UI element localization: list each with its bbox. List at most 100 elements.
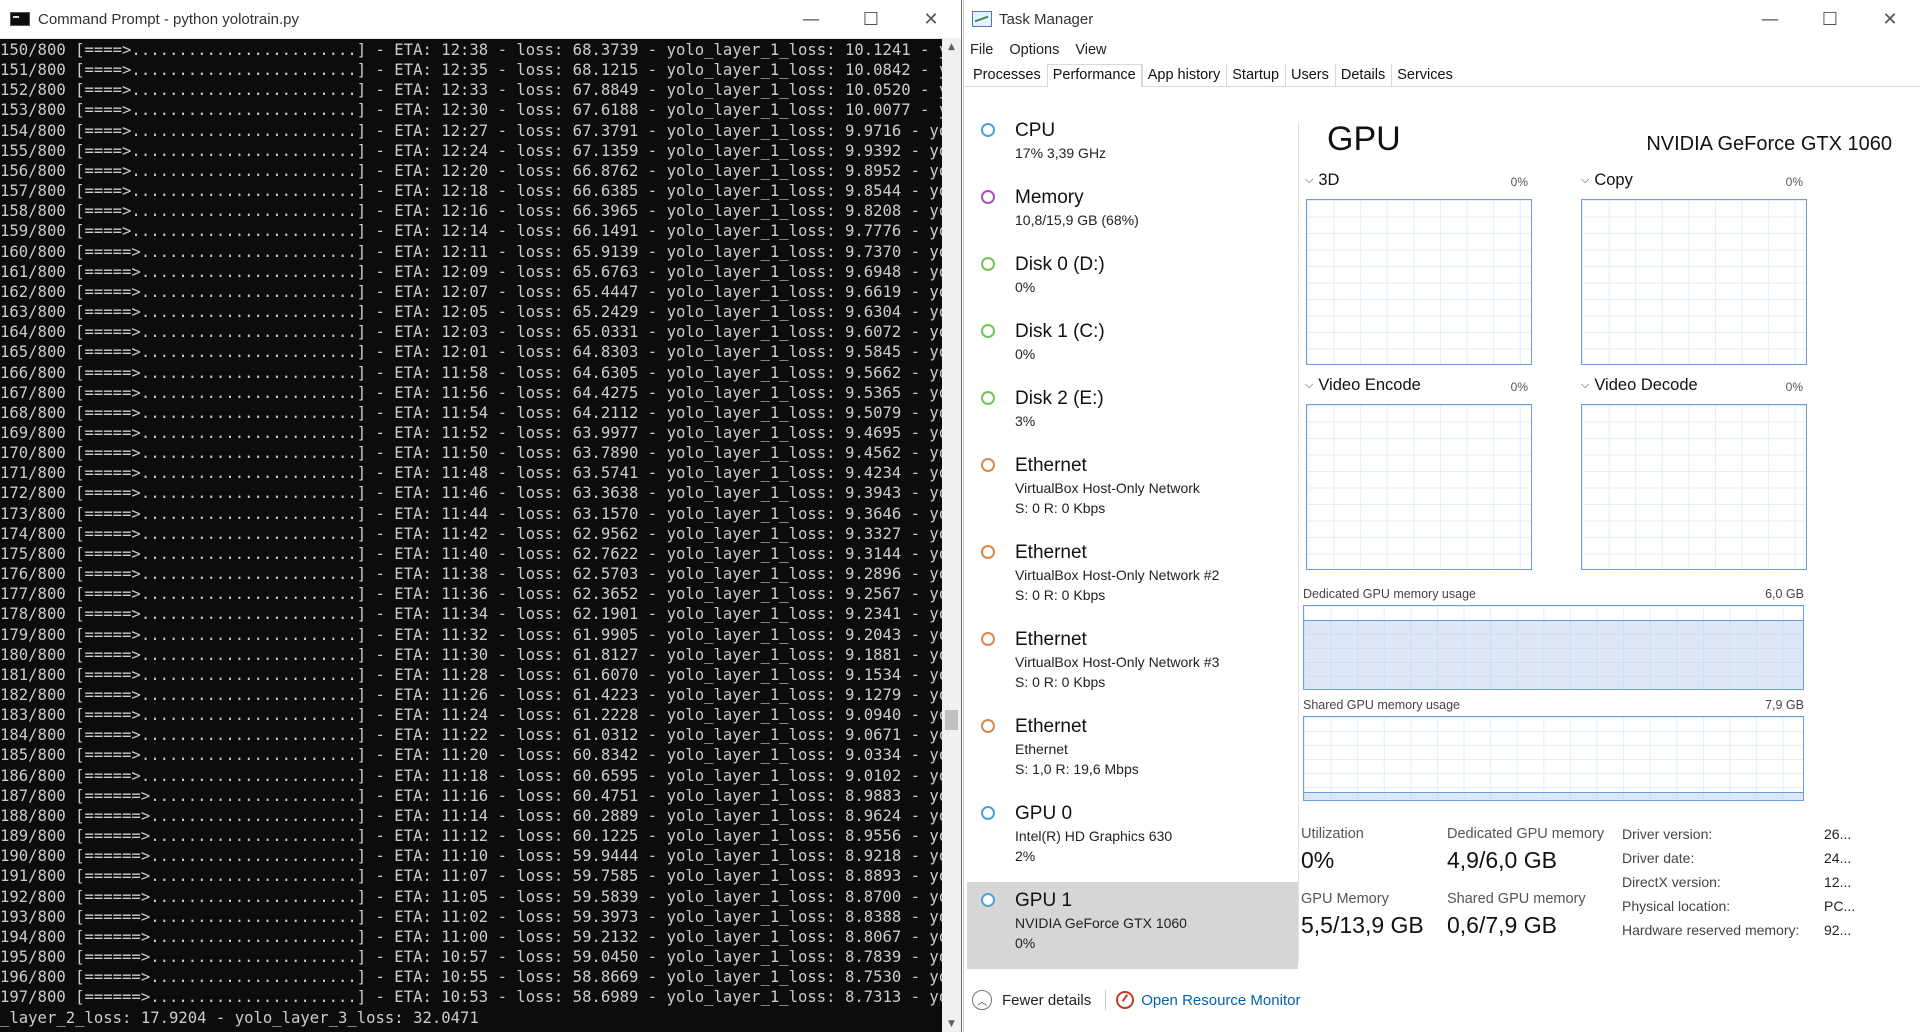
- driver-date-value: 24...: [1824, 850, 1852, 866]
- device-name: GPU 1: [1015, 890, 1073, 911]
- gpu-model-name: NVIDIA GeForce GTX 1060: [1646, 133, 1892, 155]
- engine-label: Video Decode: [1594, 376, 1698, 394]
- menu-bar: File Options View: [964, 38, 1920, 62]
- driver-version-key: Driver version:: [1622, 826, 1713, 842]
- engine-video-decode-percent: 0%: [1785, 380, 1803, 394]
- device-detail: 0%: [1015, 346, 1036, 362]
- device-detail: VirtualBox Host-Only Network #3: [1015, 654, 1220, 670]
- device-detail: NVIDIA GeForce GTX 1060: [1015, 915, 1187, 931]
- scroll-up-arrow-icon[interactable]: ▲: [942, 38, 961, 55]
- device-memory-indicator-icon: [981, 190, 995, 204]
- cmd-title-bar[interactable]: Command Prompt - python yolotrain.py — ☐…: [0, 0, 961, 39]
- tm-window-title: Task Manager: [999, 10, 1094, 28]
- device-ethernet-2[interactable]: Ethernet VirtualBox Host-Only Network #2…: [967, 534, 1298, 621]
- chevron-down-icon: ⌵: [1581, 379, 1590, 391]
- engine-video-decode-selector[interactable]: ⌵ Video Decode: [1581, 376, 1698, 395]
- dedicated-gpu-memory-label: Dedicated GPU memory: [1447, 826, 1605, 842]
- device-cpu[interactable]: CPU 17% 3,39 GHz: [967, 112, 1298, 179]
- device-usage: 2%: [1015, 848, 1036, 864]
- device-gpu-1[interactable]: GPU 1 NVIDIA GeForce GTX 1060 0%: [967, 882, 1298, 969]
- dedicated-memory-max: 6,0 GB: [1765, 587, 1804, 601]
- engine-copy-selector[interactable]: ⌵ Copy: [1581, 171, 1633, 190]
- menu-options[interactable]: Options: [1009, 42, 1059, 58]
- device-name: Disk 2 (E:): [1015, 388, 1104, 409]
- shared-memory-max: 7,9 GB: [1765, 698, 1804, 712]
- tab-processes[interactable]: Processes: [967, 64, 1047, 86]
- directx-version-key: DirectX version:: [1622, 874, 1721, 890]
- tab-strip: Processes Performance App history Startu…: [964, 62, 1920, 87]
- device-ethernet-4[interactable]: Ethernet Ethernet S: 1,0 R: 19,6 Mbps: [967, 708, 1298, 795]
- scroll-down-arrow-icon[interactable]: ▼: [942, 1015, 961, 1032]
- device-disk-0-indicator-icon: [981, 257, 995, 271]
- console-output[interactable]: 150/800 [====>........................] …: [0, 38, 942, 1032]
- tm-maximize-button[interactable]: ☐: [1800, 0, 1860, 38]
- tab-app-history[interactable]: App history: [1141, 64, 1227, 86]
- shared-gpu-memory-value: 0,6/7,9 GB: [1447, 912, 1557, 938]
- tab-services[interactable]: Services: [1391, 64, 1459, 86]
- chevron-down-icon: ⌵: [1305, 379, 1314, 391]
- menu-view[interactable]: View: [1075, 42, 1106, 58]
- device-ethernet-4-indicator-icon: [981, 719, 995, 733]
- device-detail: Ethernet: [1015, 741, 1068, 757]
- physical-location-key: Physical location:: [1622, 898, 1731, 914]
- fewer-details-button[interactable]: ︿ Fewer details: [972, 990, 1091, 1010]
- chevron-down-icon: ⌵: [1581, 174, 1590, 186]
- device-detail: 0%: [1015, 279, 1036, 295]
- device-name: Memory: [1015, 187, 1084, 208]
- device-disk-0[interactable]: Disk 0 (D:) 0%: [967, 246, 1298, 313]
- device-name: Ethernet: [1015, 716, 1087, 737]
- tm-close-button[interactable]: ✕: [1860, 0, 1920, 38]
- cmd-window-title: Command Prompt - python yolotrain.py: [38, 10, 299, 28]
- driver-version-value: 26...: [1824, 826, 1852, 842]
- footer-separator: [1105, 990, 1107, 1010]
- driver-date-key: Driver date:: [1622, 850, 1695, 866]
- dedicated-memory-fill: [1304, 619, 1803, 689]
- console-scrollbar[interactable]: ▲ ▼: [942, 38, 961, 1032]
- console-app-icon: [10, 12, 30, 26]
- device-usage: 0%: [1015, 935, 1036, 951]
- gpu-detail-panel: GPU NVIDIA GeForce GTX 1060 ⌵ 3D 0% ⌵ Copy…: [1300, 112, 1914, 972]
- command-prompt-window: Command Prompt - python yolotrain.py — ☐…: [0, 0, 962, 1032]
- panel-title: GPU: [1327, 120, 1401, 158]
- device-detail: 3%: [1015, 413, 1036, 429]
- device-disk-1[interactable]: Disk 1 (C:) 0%: [967, 313, 1298, 380]
- tab-users[interactable]: Users: [1285, 64, 1335, 86]
- open-resource-monitor-label: Open Resource Monitor: [1141, 991, 1301, 1009]
- device-name: GPU 0: [1015, 803, 1073, 824]
- engine-video-decode-graph: [1581, 404, 1807, 570]
- device-ethernet-3-indicator-icon: [981, 632, 995, 646]
- gpu-memory-value: 5,5/13,9 GB: [1301, 912, 1424, 938]
- console-text: 150/800 [====>........................] …: [0, 41, 942, 1027]
- engine-video-encode-selector[interactable]: ⌵ Video Encode: [1305, 376, 1421, 395]
- scrollbar-thumb[interactable]: [945, 710, 958, 730]
- menu-file[interactable]: File: [970, 42, 993, 58]
- chevron-down-icon: ⌵: [1305, 174, 1314, 186]
- tab-details[interactable]: Details: [1334, 64, 1391, 86]
- task-manager-window: Task Manager — ☐ ✕ File Options View Pro…: [963, 0, 1920, 1032]
- engine-3d-selector[interactable]: ⌵ 3D: [1305, 171, 1339, 190]
- device-name: CPU: [1015, 120, 1056, 141]
- cmd-close-button[interactable]: ✕: [901, 0, 961, 38]
- device-memory[interactable]: Memory 10,8/15,9 GB (68%): [967, 179, 1298, 246]
- device-disk-2[interactable]: Disk 2 (E:) 3%: [967, 380, 1298, 447]
- device-ethernet-3[interactable]: Ethernet VirtualBox Host-Only Network #3…: [967, 621, 1298, 708]
- device-gpu-1-indicator-icon: [981, 893, 995, 907]
- device-name: Ethernet: [1015, 629, 1087, 650]
- device-ethernet-1[interactable]: Ethernet VirtualBox Host-Only Network S:…: [967, 447, 1298, 534]
- engine-label: Copy: [1594, 171, 1633, 189]
- cmd-maximize-button[interactable]: ☐: [841, 0, 901, 38]
- dedicated-memory-graph: [1303, 605, 1804, 690]
- tab-startup[interactable]: Startup: [1226, 64, 1285, 86]
- engine-video-encode-percent: 0%: [1510, 380, 1528, 394]
- open-resource-monitor-link[interactable]: Open Resource Monitor: [1116, 991, 1300, 1009]
- tm-minimize-button[interactable]: —: [1740, 0, 1800, 38]
- device-gpu-0[interactable]: GPU 0 Intel(R) HD Graphics 630 2%: [967, 795, 1298, 882]
- device-list: CPU 17% 3,39 GHz Memory 10,8/15,9 GB (68…: [967, 112, 1298, 972]
- gpu-memory-label: GPU Memory: [1301, 891, 1389, 907]
- tm-title-bar[interactable]: Task Manager — ☐ ✕: [964, 0, 1920, 38]
- device-detail: 10,8/15,9 GB (68%): [1015, 212, 1139, 228]
- engine-copy-percent: 0%: [1785, 175, 1803, 189]
- cmd-minimize-button[interactable]: —: [781, 0, 841, 38]
- tab-performance[interactable]: Performance: [1046, 64, 1142, 87]
- device-detail: VirtualBox Host-Only Network #2: [1015, 567, 1220, 583]
